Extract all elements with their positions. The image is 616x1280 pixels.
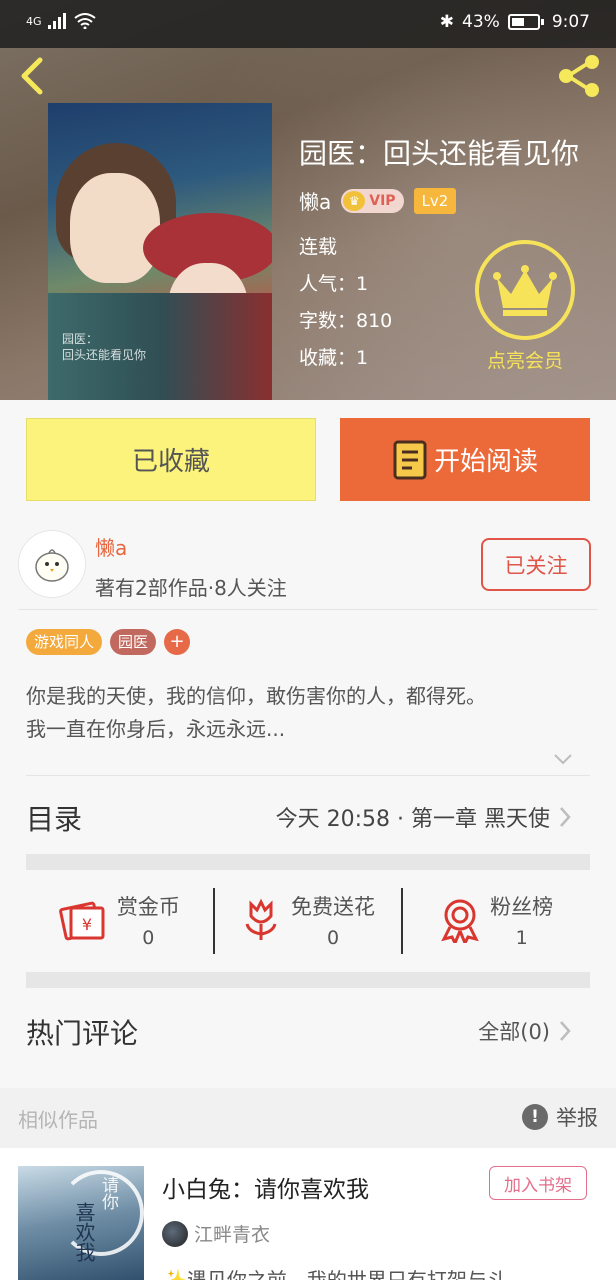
coin-envelope-icon: ¥ [58,901,105,941]
exclamation-icon: ! [522,1104,548,1130]
book-meta: 连载 人气：1 字数：810 收藏：1 [299,233,392,381]
start-reading-button[interactable]: 开始阅读 [340,418,590,501]
section-separator [26,854,590,870]
member-label: 点亮会员 [486,350,563,372]
author-name[interactable]: 懒a [95,532,127,561]
flower-icon [245,898,277,940]
chevron-right-icon [560,807,571,827]
book-detail-page: 4G ✱ 43% 9:07 园医： 回头还能看见你 园医：回头还能看见你 懒a … [0,0,616,1280]
collected-button[interactable]: 已收藏 [26,418,316,501]
status-bar: 4G ✱ 43% 9:07 [0,0,616,48]
battery-icon [507,14,540,30]
tag-item[interactable]: 游戏同人 [26,629,103,655]
catalog-title: 目录 [26,803,83,836]
chick-avatar-icon [35,549,69,582]
report-button[interactable]: ! 举报 [522,1102,598,1132]
serial-status: 连载 [299,236,338,258]
share-button[interactable] [556,52,604,100]
book-intro: 你是我的天使，我的信仰，敢伤害你的人，都得死。 我一直在你身后，永远永远... [26,684,486,741]
tag-list: 游戏同人 园医 + [26,629,191,655]
similar-book-title: 小白兔：请你喜欢我 [162,1177,369,1203]
reward-flower[interactable]: 免费送花 0 [215,872,402,968]
member-button[interactable]: 点亮会员 [470,240,580,380]
clock: 9:07 [551,12,590,32]
similar-book-author: 江畔青衣 [162,1220,270,1247]
author-name[interactable]: 懒a [299,186,331,215]
divider [18,609,598,610]
avatar [162,1220,188,1247]
popularity: 人气：1 [299,273,369,295]
wifi-icon [73,13,96,29]
catalog-row[interactable]: 目录 今天 20:58 · 第一章 黑天使 [0,776,616,856]
latest-chapter: 今天 20:58 · 第一章 黑天使 [275,807,550,832]
cover-title-text: 园医： 回头还能看见你 [62,332,147,362]
back-button[interactable] [14,56,54,96]
crown-icon: ♛ [343,190,366,211]
share-icon [559,55,599,97]
reward-coins[interactable]: ¥ 赏金币 0 [26,872,213,968]
similar-book-desc: ✨遇见你之前，我的世界只有打架与斗 [162,1268,507,1280]
section-separator [26,972,590,988]
book-icon [393,440,427,479]
book-cover[interactable]: 园医： 回头还能看见你 [48,103,272,400]
add-to-shelf-button[interactable]: 加入书架 [489,1166,587,1200]
add-tag-button[interactable]: + [164,629,191,655]
crown-icon [493,265,557,316]
signal-icon [47,13,66,29]
similar-title: 相似作品 [18,1108,98,1132]
chevron-right-icon[interactable] [558,1020,572,1042]
author-row: 懒a ♛ VIP Lv2 [299,186,457,215]
medal-icon [441,899,479,943]
follow-button[interactable]: 已关注 [481,538,591,591]
hot-comments: 热门评论 全部(0) [0,990,616,1070]
vip-badge: ♛ VIP [341,188,404,213]
battery-percent: 43% [462,12,500,32]
chevron-down-icon[interactable] [553,752,573,766]
comments-title: 热门评论 [26,1017,139,1050]
reward-fan-rank[interactable]: 粉丝榜 1 [403,872,590,968]
author-card: 懒a 著有2部作品·8人关注 已关注 [0,518,616,610]
similar-works-header: 相似作品 ! 举报 [0,1088,616,1148]
bluetooth-icon: ✱ [439,12,455,32]
favorites-count: 收藏：1 [299,347,369,369]
back-arrow-icon [21,57,43,95]
tag-item[interactable]: 园医 [110,629,157,655]
network-label: 4G [26,14,42,28]
similar-book-card[interactable]: 请你 喜欢我 小白兔：请你喜欢我 加入书架 江畔青衣 ✨遇见你之前，我的世界只有… [0,1148,616,1280]
rewards-bar: ¥ 赏金币 0 免费送花 0 粉丝榜 1 [26,872,590,968]
book-title: 园医：回头还能看见你 [299,137,580,170]
author-avatar[interactable] [18,530,86,598]
author-stats: 著有2部作品·8人关注 [95,576,287,600]
svg-text:¥: ¥ [82,915,92,934]
book-header: 4G ✱ 43% 9:07 园医： 回头还能看见你 园医：回头还能看见你 懒a … [0,0,616,400]
similar-book-cover: 请你 喜欢我 [18,1166,144,1280]
all-comments-link[interactable]: 全部(0) [478,1016,550,1046]
level-badge: Lv2 [413,187,457,214]
word-count: 字数：810 [299,310,393,332]
